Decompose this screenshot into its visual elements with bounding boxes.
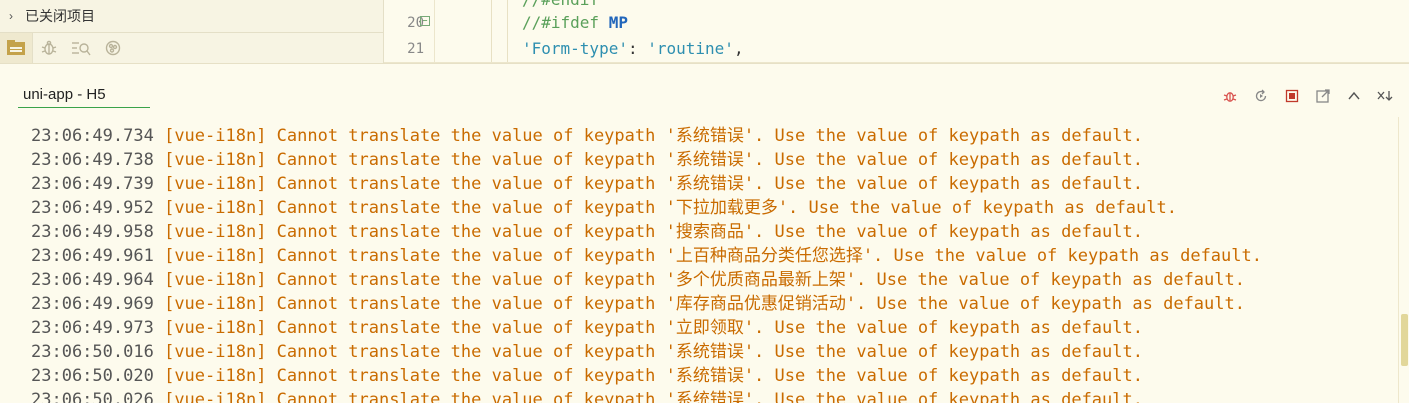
- log-line: 23:06:49.961 [vue-i18n] Cannot translate…: [31, 244, 1262, 268]
- restart-button[interactable]: [1251, 86, 1271, 106]
- search-list-icon: [71, 39, 91, 57]
- clear-console-icon: [1377, 89, 1393, 103]
- line-number: 21: [407, 41, 424, 57]
- log-message: [vue-i18n] Cannot translate the value of…: [164, 222, 1143, 242]
- tab-uni-app-h5[interactable]: uni-app - H5: [18, 84, 150, 108]
- log-message: [vue-i18n] Cannot translate the value of…: [164, 366, 1143, 386]
- restart-icon: [1254, 89, 1268, 103]
- tree-item-closed-projects[interactable]: › 已关闭项目: [0, 5, 383, 27]
- log-timestamp: 23:06:50.020: [31, 366, 154, 386]
- code-editor[interactable]: //#endif 20 − //#ifdef MP 21 'Form-type'…: [384, 0, 1409, 63]
- debug-bug-icon: [40, 39, 58, 57]
- log-timestamp: 23:06:49.964: [31, 270, 154, 290]
- scrollbar-thumb[interactable]: [1401, 314, 1408, 366]
- log-line: 23:06:50.026 [vue-i18n] Cannot translate…: [31, 388, 1143, 403]
- log-timestamp: 23:06:49.973: [31, 318, 154, 338]
- log-line: 23:06:49.964 [vue-i18n] Cannot translate…: [31, 268, 1245, 292]
- log-line: 23:06:50.020 [vue-i18n] Cannot translate…: [31, 364, 1143, 388]
- log-message: [vue-i18n] Cannot translate the value of…: [164, 246, 1262, 266]
- stop-icon: [1285, 89, 1299, 103]
- console-header: uni-app - H5: [0, 63, 1409, 118]
- open-external-icon: [1316, 89, 1330, 103]
- console-toolbar: [1209, 86, 1395, 106]
- tree-item-label: 已关闭项目: [25, 8, 95, 24]
- open-external-button[interactable]: [1313, 86, 1333, 106]
- log-message: [vue-i18n] Cannot translate the value of…: [164, 318, 1143, 338]
- code-text: 'Form-type': 'routine',: [522, 36, 744, 62]
- log-timestamp: 23:06:49.738: [31, 150, 154, 170]
- fold-toggle-icon[interactable]: −: [420, 16, 430, 26]
- log-line: 23:06:49.734 [vue-i18n] Cannot translate…: [31, 124, 1143, 148]
- log-timestamp: 23:06:50.026: [31, 390, 154, 403]
- code-punctuation: ,: [733, 39, 744, 58]
- log-timestamp: 23:06:49.969: [31, 294, 154, 314]
- log-line: 23:06:49.952 [vue-i18n] Cannot translate…: [31, 196, 1177, 220]
- plugin-icon: [104, 39, 122, 57]
- code-comment: //#ifdef: [522, 13, 609, 32]
- log-timestamp: 23:06:49.734: [31, 126, 154, 146]
- tab-plugins[interactable]: [97, 33, 129, 63]
- log-message: [vue-i18n] Cannot translate the value of…: [164, 198, 1177, 218]
- log-message: [vue-i18n] Cannot translate the value of…: [164, 126, 1143, 146]
- collapse-panel-button[interactable]: [1344, 86, 1364, 106]
- log-timestamp: 23:06:49.961: [31, 246, 154, 266]
- log-timestamp: 23:06:49.739: [31, 174, 154, 194]
- log-message: [vue-i18n] Cannot translate the value of…: [164, 390, 1143, 403]
- code-line: 21 'Form-type': 'routine',: [384, 36, 1409, 62]
- collapse-up-icon: [1347, 89, 1361, 103]
- log-message: [vue-i18n] Cannot translate the value of…: [164, 174, 1143, 194]
- log-message: [vue-i18n] Cannot translate the value of…: [164, 294, 1245, 314]
- log-timestamp: 23:06:50.016: [31, 342, 154, 362]
- tab-debug[interactable]: [33, 33, 65, 63]
- tab-search[interactable]: [65, 33, 97, 63]
- console-scrollbar[interactable]: [1398, 117, 1409, 403]
- log-line: 23:06:49.739 [vue-i18n] Cannot translate…: [31, 172, 1143, 196]
- tab-project-manager[interactable]: [0, 33, 33, 63]
- chevron-right-icon[interactable]: ›: [9, 9, 19, 23]
- code-punctuation: :: [627, 39, 648, 58]
- code-line: 20 − //#ifdef MP: [384, 10, 1409, 36]
- log-message: [vue-i18n] Cannot translate the value of…: [164, 270, 1245, 290]
- console-output[interactable]: 23:06:49.734 [vue-i18n] Cannot translate…: [0, 117, 1398, 403]
- code-string: 'routine': [647, 39, 734, 58]
- code-string: 'Form-type': [522, 39, 628, 58]
- log-line: 23:06:49.738 [vue-i18n] Cannot translate…: [31, 148, 1143, 172]
- log-line: 23:06:50.016 [vue-i18n] Cannot translate…: [31, 340, 1143, 364]
- code-text: //#ifdef MP: [522, 10, 628, 36]
- log-timestamp: 23:06:49.958: [31, 222, 154, 242]
- log-message: [vue-i18n] Cannot translate the value of…: [164, 342, 1143, 362]
- log-line: 23:06:49.958 [vue-i18n] Cannot translate…: [31, 220, 1143, 244]
- log-timestamp: 23:06:49.952: [31, 198, 154, 218]
- log-message: [vue-i18n] Cannot translate the value of…: [164, 150, 1143, 170]
- debug-icon: [1223, 89, 1237, 103]
- sidebar-tab-bar: [0, 32, 383, 63]
- log-line: 23:06:49.973 [vue-i18n] Cannot translate…: [31, 316, 1143, 340]
- log-line: 23:06:49.969 [vue-i18n] Cannot translate…: [31, 292, 1245, 316]
- debug-button[interactable]: [1220, 86, 1240, 106]
- code-keyword: MP: [608, 13, 628, 32]
- stop-button[interactable]: [1282, 86, 1302, 106]
- project-sidebar: › 已关闭项目: [0, 0, 384, 63]
- clear-console-button[interactable]: [1375, 86, 1395, 106]
- project-manager-icon: [6, 39, 26, 57]
